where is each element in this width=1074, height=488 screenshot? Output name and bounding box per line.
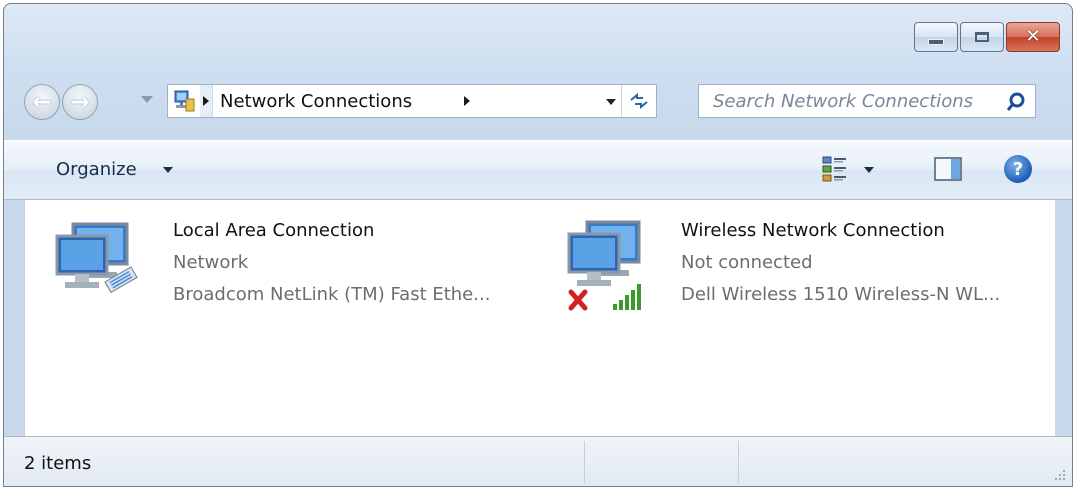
disconnected-x-icon: [568, 289, 588, 311]
search-box[interactable]: Search Network Connections: [698, 84, 1036, 118]
organize-dropdown-icon[interactable]: [163, 167, 173, 173]
connection-name: Local Area Connection: [173, 220, 375, 241]
wireless-network-icon: [567, 220, 641, 311]
address-history-dropdown[interactable]: [606, 99, 616, 105]
connections-list: Local Area Connection Network Broadcom N…: [24, 200, 1055, 436]
change-view-icon[interactable]: [822, 155, 848, 183]
organize-button[interactable]: Organize: [56, 159, 137, 180]
search-input[interactable]: Search Network Connections: [713, 91, 973, 112]
navigation-bar: ← → Network Connections Search Network C…: [4, 82, 1072, 122]
chevron-right-icon: [203, 96, 209, 106]
close-icon: ✕: [1025, 26, 1041, 47]
signal-bars-icon: [613, 284, 641, 310]
status-divider: [584, 441, 585, 483]
connection-status: Network: [173, 252, 249, 273]
close-button[interactable]: ✕: [1006, 22, 1060, 52]
breadcrumb-network-connections[interactable]: Network Connections: [220, 91, 412, 112]
refresh-button[interactable]: [621, 85, 656, 117]
forward-button[interactable]: →: [62, 84, 98, 120]
search-icon[interactable]: [1005, 91, 1027, 113]
list-item[interactable]: Local Area Connection Network Broadcom N…: [53, 214, 533, 314]
network-folder-icon: [174, 90, 195, 112]
breadcrumb-chevron-icon[interactable]: [464, 96, 470, 106]
recent-pages-dropdown[interactable]: [141, 96, 153, 103]
command-bar: Organize ?: [4, 140, 1072, 200]
refresh-icon: [630, 92, 648, 110]
status-bar: 2 items: [4, 436, 1072, 486]
address-bar[interactable]: Network Connections: [167, 84, 657, 118]
wired-network-icon: [55, 222, 138, 294]
maximize-icon: [975, 32, 989, 42]
maximize-button[interactable]: [960, 22, 1004, 52]
connection-device: Broadcom NetLink (TM) Fast Ethe...: [173, 284, 491, 305]
back-arrow-icon: ←: [32, 89, 52, 115]
item-count: 2 items: [24, 453, 92, 474]
resize-grip-icon[interactable]: [1052, 467, 1066, 481]
connection-device: Dell Wireless 1510 Wireless-N WL...: [681, 284, 1001, 305]
help-icon[interactable]: ?: [1004, 155, 1032, 183]
caption-buttons: ✕: [914, 22, 1060, 52]
connection-status: Not connected: [681, 252, 813, 273]
address-separator[interactable]: [200, 85, 213, 117]
status-divider: [738, 441, 739, 483]
views-dropdown-icon[interactable]: [864, 167, 874, 173]
connection-name: Wireless Network Connection: [681, 220, 945, 241]
preview-pane-icon[interactable]: [934, 157, 962, 181]
forward-arrow-icon: →: [70, 89, 90, 115]
list-item[interactable]: Wireless Network Connection Not connecte…: [561, 214, 1051, 314]
back-button[interactable]: ←: [24, 84, 60, 120]
minimize-icon: [928, 39, 944, 45]
minimize-button[interactable]: [914, 22, 958, 52]
explorer-window: ✕ ← → Network Connections Search Network…: [3, 3, 1073, 487]
